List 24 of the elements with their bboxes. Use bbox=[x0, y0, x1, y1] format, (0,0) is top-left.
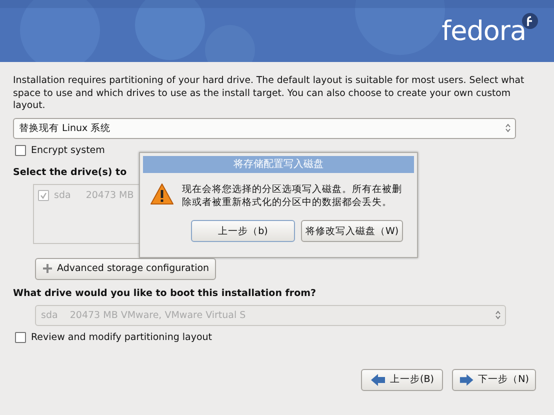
boot-heading: What drive would you like to boot this installation from? bbox=[13, 288, 316, 298]
advanced-storage-button[interactable]: Advanced storage configuration bbox=[35, 258, 216, 280]
plus-icon bbox=[42, 263, 53, 274]
drive-name: sda bbox=[54, 190, 71, 200]
encrypt-label: Encrypt system bbox=[31, 144, 105, 156]
dialog-title: 将存储配置写入磁盘 bbox=[143, 156, 414, 173]
dialog-message: 现在会将您选择的分区选项写入磁盘。所有在被删除或者被重新格式化的分区中的数据都会丢失。 bbox=[182, 183, 403, 209]
drive-size: 20473 MB bbox=[86, 190, 134, 200]
dialog-button[interactable]: 上一步（b) bbox=[191, 220, 295, 242]
updown-arrows-icon bbox=[505, 123, 511, 133]
fedora-logo: fedora bbox=[442, 16, 526, 46]
updown-arrows-icon bbox=[495, 310, 501, 320]
right-arrow-icon bbox=[459, 372, 474, 386]
drives-heading: Select the drive(s) to bbox=[13, 166, 127, 178]
review-label: Review and modify partitioning layout bbox=[31, 332, 212, 342]
layout-dropdown[interactable]: 替换现有 Linux 系统 bbox=[13, 118, 516, 138]
encrypt-checkbox[interactable] bbox=[15, 144, 26, 156]
warning-icon bbox=[150, 183, 174, 205]
dialog-button[interactable]: 将修改写入磁盘（W) bbox=[301, 220, 403, 242]
review-checkbox[interactable] bbox=[15, 332, 26, 342]
intro-text: Installation requires partitioning of your hard drive. The default layout is suitable for most users. Select what space to use and which drives to use as the install target. You can also choose to create your own custom layout. bbox=[13, 75, 526, 112]
back-button[interactable]: 上一步(B) bbox=[361, 368, 443, 390]
next-button[interactable]: 下一步（N) bbox=[452, 368, 536, 390]
left-arrow-icon bbox=[370, 372, 386, 386]
